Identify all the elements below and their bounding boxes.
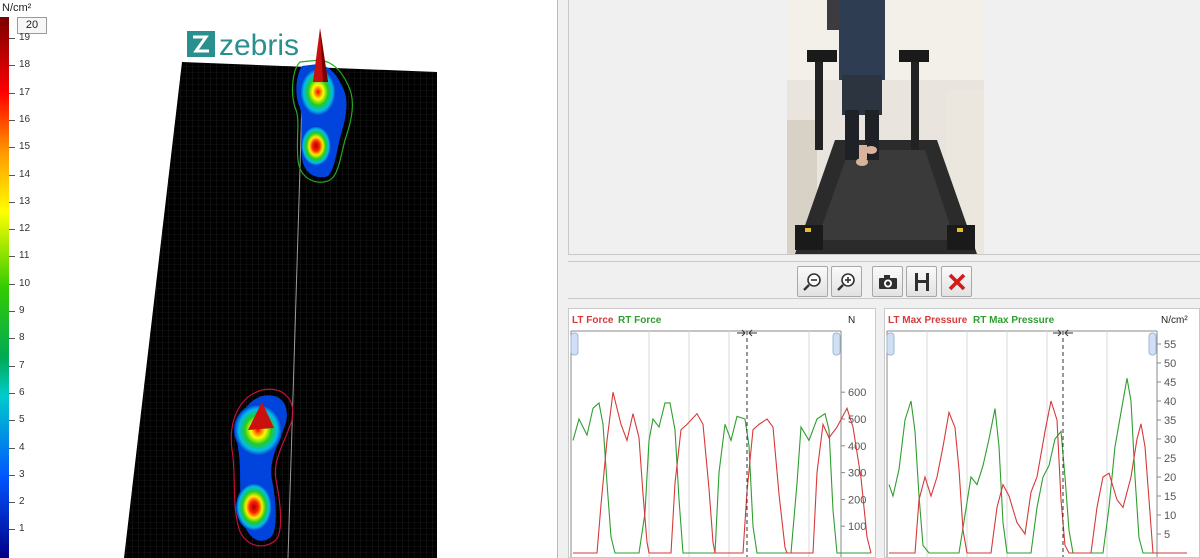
y-tick-label: 100: [848, 521, 866, 533]
video-toolbar: [568, 261, 1200, 299]
series-left: [573, 392, 872, 554]
treadmill-video-frame[interactable]: [787, 0, 984, 254]
pressure-plate-view[interactable]: N/cm² 20 19 18 17 16 15 14 13 12 11 10 9 8 7 6 5 4 3 2 1: [0, 0, 558, 558]
zoom-in-icon: [836, 272, 855, 291]
film-button[interactable]: [906, 266, 937, 297]
zoom-out-icon: [802, 272, 821, 291]
force-chart-panel[interactable]: LT Force RT Force N 100 200 300 400 500 600: [568, 308, 876, 558]
y-tick-label: 45: [1164, 377, 1176, 389]
y-tick-label: 5: [1164, 529, 1170, 541]
pressure-chart-panel[interactable]: LT Max Pressure RT Max Pressure N/cm² 51…: [884, 308, 1200, 558]
y-tick-label: 10: [1164, 510, 1176, 522]
y-tick-label: 600: [848, 387, 866, 399]
pressure-chart-plot: 5 10 15 20 25 30 35 40 45 50 55: [886, 329, 1187, 557]
y-tick-label: 55: [1164, 339, 1176, 351]
y-tick-label: 40: [1164, 396, 1176, 408]
red-x-icon: [948, 273, 965, 290]
film-strip-icon: [914, 272, 929, 291]
close-button[interactable]: [941, 266, 972, 297]
video-panel: [568, 0, 1200, 255]
range-handle-left: [570, 332, 579, 356]
y-tick-label: 25: [1164, 453, 1176, 465]
y-tick-label: 300: [848, 468, 866, 480]
zoom-out-button[interactable]: [797, 266, 828, 297]
range-handle-left: [886, 332, 895, 356]
series-right: [572, 401, 871, 554]
logo-text: zebris: [219, 29, 299, 62]
y-tick-label: 30: [1164, 434, 1176, 446]
series-right: [888, 378, 1187, 554]
snapshot-button[interactable]: [872, 266, 903, 297]
pressure-plate-canvas: zebris: [124, 26, 437, 558]
y-tick-label: 50: [1164, 358, 1176, 370]
range-handle-right: [832, 332, 841, 356]
series-left: [889, 400, 1187, 554]
app-window: N/cm² 20 19 18 17 16 15 14 13 12 11 10 9 8 7 6 5 4 3 2 1: [0, 0, 1200, 558]
y-tick-label: 15: [1164, 491, 1176, 503]
y-tick-label: 20: [1164, 472, 1176, 484]
y-tick-label: 35: [1164, 415, 1176, 427]
zoom-in-button[interactable]: [831, 266, 862, 297]
camera-icon: [878, 274, 897, 289]
range-handle-right: [1148, 332, 1157, 356]
force-chart-plot: 100200300400500600: [570, 329, 872, 557]
